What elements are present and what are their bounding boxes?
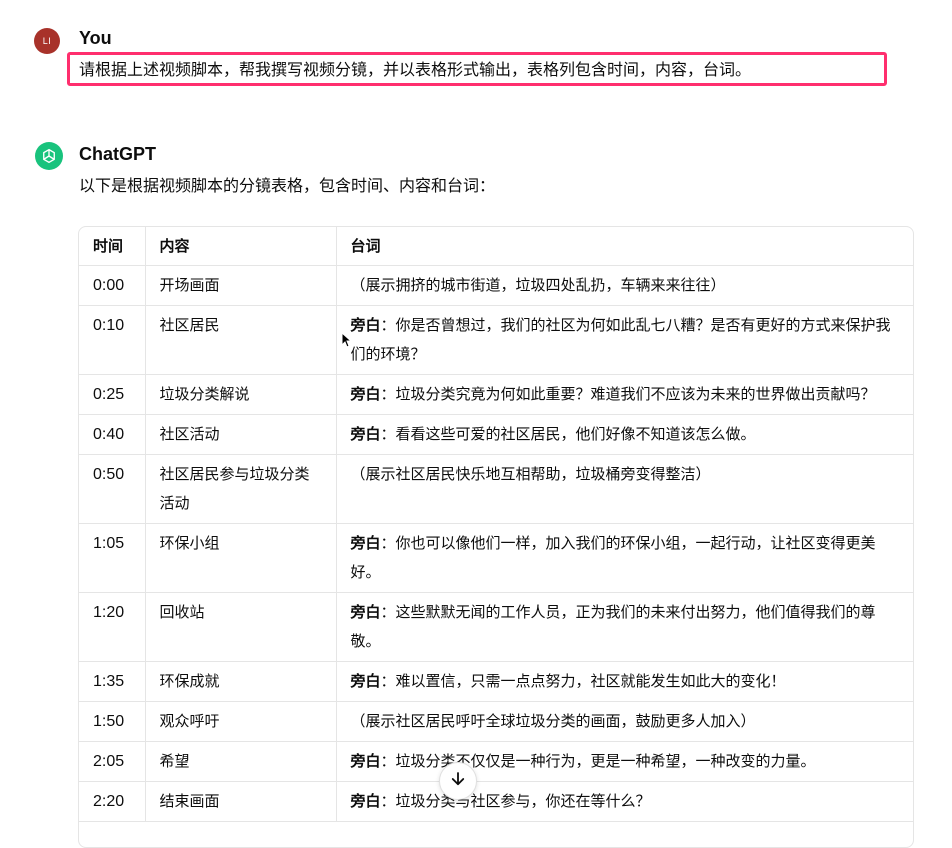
user-avatar: LI <box>34 28 60 54</box>
row-dialogue: （展示社区居民呼吁全球垃圾分类的画面，鼓励更多人加入） <box>336 701 913 742</box>
row-content: 社区活动 <box>145 414 337 455</box>
storyboard-table-container: 时间 内容 台词 0:00 开场画面 （展示拥挤的城市街道，垃圾四处乱扔，车辆来来往… <box>78 226 914 848</box>
dialogue-text: ：垃圾分类究竟为何如此重要？难道我们不应该为未来的世界做出贡献吗？ <box>380 384 876 403</box>
row-dialogue: 旁白：你是否曾想过，我们的社区为何如此乱七八糟？是否有更好的方式来保护我们的环境… <box>336 305 913 375</box>
row-time: 0:10 <box>79 305 146 375</box>
table-row: 0:25 垃圾分类解说 旁白：垃圾分类究竟为何如此重要？难道我们不应该为未来的世界做… <box>79 374 913 415</box>
row-time: 2:20 <box>79 781 146 822</box>
table-row: 1:35 环保成就 旁白：难以置信，只需一点点努力，社区就能发生如此大的变化！ <box>79 661 913 702</box>
speaker-label: 旁白 <box>350 671 381 690</box>
speaker-label: 旁白 <box>350 424 381 443</box>
dialogue-text: （展示社区居民呼吁全球垃圾分类的画面，鼓励更多人加入） <box>350 711 756 730</box>
table-row: 1:05 环保小组 旁白：你也可以像他们一样，加入我们的环保小组，一起行动，让社区变… <box>79 523 913 593</box>
table-header-row: 时间 内容 台词 <box>79 227 913 266</box>
row-dialogue: （展示拥挤的城市街道，垃圾四处乱扔，车辆来来往往） <box>336 265 913 306</box>
scroll-down-button[interactable] <box>439 762 477 800</box>
arrow-down-icon <box>449 770 467 792</box>
row-dialogue: 旁白：这些默默无闻的工作人员，正为我们的未来付出努力，他们值得我们的尊敬。 <box>336 592 913 662</box>
row-content: 回收站 <box>145 592 337 662</box>
storyboard-table: 时间 内容 台词 0:00 开场画面 （展示拥挤的城市街道，垃圾四处乱扔，车辆来来往… <box>79 227 913 822</box>
row-time: 0:40 <box>79 414 146 455</box>
row-content: 希望 <box>145 741 337 782</box>
dialogue-text: （展示拥挤的城市街道，垃圾四处乱扔，车辆来来往往） <box>350 275 726 294</box>
openai-logo-icon <box>35 142 63 170</box>
header-content: 内容 <box>145 227 337 266</box>
dialogue-text: ：你是否曾想过，我们的社区为何如此乱七八糟？是否有更好的方式来保护我们的环境？ <box>350 315 891 363</box>
table-row: 2:20 结束画面 旁白：垃圾分类与社区参与，你还在等什么？ <box>79 781 913 822</box>
row-time: 0:25 <box>79 374 146 415</box>
dialogue-text: ：垃圾分类与社区参与，你还在等什么？ <box>380 791 651 810</box>
row-time: 0:00 <box>79 265 146 306</box>
speaker-label: 旁白 <box>350 791 381 810</box>
row-content: 开场画面 <box>145 265 337 306</box>
speaker-label: 旁白 <box>350 384 381 403</box>
row-dialogue: 旁白：难以置信，只需一点点努力，社区就能发生如此大的变化！ <box>336 661 913 702</box>
table-row: 0:00 开场画面 （展示拥挤的城市街道，垃圾四处乱扔，车辆来来往往） <box>79 265 913 306</box>
row-time: 1:50 <box>79 701 146 742</box>
table-body: 0:00 开场画面 （展示拥挤的城市街道，垃圾四处乱扔，车辆来来往往） 0:10 社区居… <box>79 265 913 822</box>
user-message-text: 请根据上述视频脚本，帮我撰写视频分镜，并以表格形式输出，表格列包含时间，内容，台… <box>79 60 752 79</box>
row-time: 2:05 <box>79 741 146 782</box>
assistant-intro-text: 以下是根据视频脚本的分镜表格，包含时间、内容和台词： <box>79 176 496 195</box>
row-content: 观众呼吁 <box>145 701 337 742</box>
speaker-label: 旁白 <box>350 602 381 621</box>
row-dialogue: 旁白：垃圾分类究竟为何如此重要？难道我们不应该为未来的世界做出贡献吗？ <box>336 374 913 415</box>
user-name: You <box>79 28 112 48</box>
row-dialogue: 旁白：看看这些可爱的社区居民，他们好像不知道该怎么做。 <box>336 414 913 455</box>
row-content: 环保小组 <box>145 523 337 593</box>
header-dialogue: 台词 <box>336 227 913 266</box>
row-content: 环保成就 <box>145 661 337 702</box>
row-dialogue: （展示社区居民快乐地互相帮助，垃圾桶旁变得整洁） <box>336 454 913 524</box>
speaker-label: 旁白 <box>350 315 381 334</box>
mouse-pointer-icon <box>341 331 353 352</box>
speaker-label: 旁白 <box>350 751 381 770</box>
row-content: 垃圾分类解说 <box>145 374 337 415</box>
row-time: 1:20 <box>79 592 146 662</box>
row-content: 结束画面 <box>145 781 337 822</box>
dialogue-text: ：这些默默无闻的工作人员，正为我们的未来付出努力，他们值得我们的尊敬。 <box>350 602 876 650</box>
table-row: 1:20 回收站 旁白：这些默默无闻的工作人员，正为我们的未来付出努力，他们值得我们… <box>79 592 913 662</box>
table-row: 0:50 社区居民参与垃圾分类活动 （展示社区居民快乐地互相帮助，垃圾桶旁变得整洁） <box>79 454 913 524</box>
row-content: 社区居民 <box>145 305 337 375</box>
dialogue-text: ：难以置信，只需一点点努力，社区就能发生如此大的变化！ <box>380 671 786 690</box>
row-dialogue: 旁白：垃圾分类与社区参与，你还在等什么？ <box>336 781 913 822</box>
table-row: 2:05 希望 旁白：垃圾分类不仅仅是一种行为，更是一种希望，一种改变的力量。 <box>79 741 913 782</box>
row-dialogue: 旁白：你也可以像他们一样，加入我们的环保小组，一起行动，让社区变得更美好。 <box>336 523 913 593</box>
dialogue-text: ：你也可以像他们一样，加入我们的环保小组，一起行动，让社区变得更美好。 <box>350 533 876 581</box>
row-time: 1:05 <box>79 523 146 593</box>
table-row: 0:10 社区居民 旁白：你是否曾想过，我们的社区为何如此乱七八糟？是否有更好的方式… <box>79 305 913 375</box>
row-dialogue: 旁白：垃圾分类不仅仅是一种行为，更是一种希望，一种改变的力量。 <box>336 741 913 782</box>
row-time: 1:35 <box>79 661 146 702</box>
dialogue-text: ：看看这些可爱的社区居民，他们好像不知道该怎么做。 <box>380 424 756 443</box>
row-time: 0:50 <box>79 454 146 524</box>
table-row: 1:50 观众呼吁 （展示社区居民呼吁全球垃圾分类的画面，鼓励更多人加入） <box>79 701 913 742</box>
speaker-label: 旁白 <box>350 533 381 552</box>
header-time: 时间 <box>79 227 146 266</box>
assistant-name: ChatGPT <box>79 144 157 164</box>
row-content: 社区居民参与垃圾分类活动 <box>145 454 337 524</box>
dialogue-text: （展示社区居民快乐地互相帮助，垃圾桶旁变得整洁） <box>350 464 711 483</box>
table-row: 0:40 社区活动 旁白：看看这些可爱的社区居民，他们好像不知道该怎么做。 <box>79 414 913 455</box>
